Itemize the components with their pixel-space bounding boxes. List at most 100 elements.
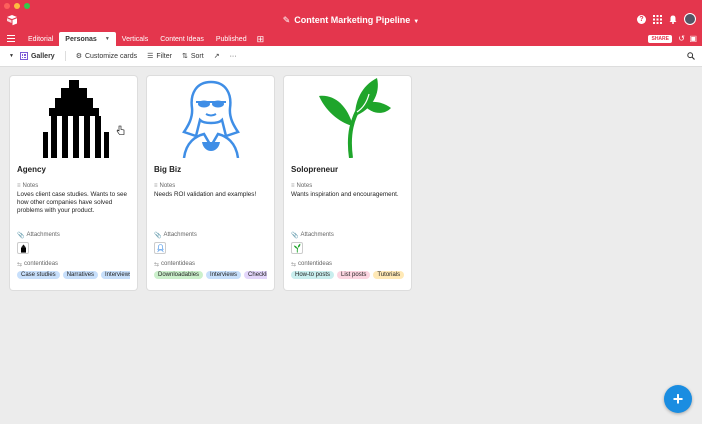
field-label-text: Attachments — [300, 232, 334, 238]
gallery-card[interactable]: Agency ≡ Notes Loves client case studies.… — [10, 76, 137, 290]
window-controls — [4, 3, 30, 9]
card-cover-image — [10, 76, 137, 158]
tag-chip[interactable]: Narratives — [62, 271, 99, 279]
close-window-button[interactable] — [4, 3, 10, 9]
tag-chip[interactable]: Interviews — [101, 271, 130, 279]
tab-label: Content Ideas — [160, 35, 204, 43]
card-title: Agency — [17, 165, 46, 174]
attachments-field-label: 📎 Attachments — [154, 231, 267, 239]
hamburger-menu-icon[interactable] — [7, 35, 15, 43]
contentideas-tags: Downloadables Interviews Checklists — [154, 271, 267, 279]
paperclip-icon: 📎 — [154, 232, 162, 239]
gallery-card[interactable]: Solopreneur ≡ Notes Wants inspiration and… — [284, 76, 411, 290]
notes-field-label: ≡ Notes — [291, 182, 404, 190]
filter-label: Filter — [156, 52, 172, 60]
chevron-down-icon[interactable]: ▼ — [105, 36, 110, 42]
pencil-icon: ✎ — [282, 15, 291, 25]
tag-chip[interactable]: Downloadables — [154, 271, 204, 279]
user-avatar[interactable] — [684, 13, 696, 25]
link-icon: ⇆ — [17, 261, 23, 268]
tab-personas[interactable]: Personas ▼ — [59, 32, 116, 46]
tab-verticals[interactable]: Verticals — [116, 32, 154, 46]
notes-value: Needs ROI validation and examples! — [154, 191, 257, 198]
tab-content-ideas[interactable]: Content Ideas — [154, 32, 210, 46]
toolbar-divider — [64, 51, 66, 61]
contentideas-tags: How-to posts List posts Tutorials — [291, 271, 404, 279]
card-cover-image — [284, 76, 411, 158]
share-view-button[interactable]: ↗ — [214, 52, 220, 60]
add-table-icon[interactable]: ⊞ — [253, 32, 269, 46]
view-name: Gallery — [30, 52, 55, 60]
field-label-text: contentideas — [161, 261, 196, 267]
contentideas-field-label: ⇆ contentideas — [17, 260, 130, 268]
view-switcher[interactable]: Gallery — [19, 52, 55, 60]
businesswoman-icon — [156, 244, 164, 253]
tab-label: Editorial — [28, 35, 54, 43]
tag-chip[interactable]: Interviews — [206, 271, 242, 279]
attachments-field-label: 📎 Attachments — [291, 231, 404, 239]
long-text-icon: ≡ — [154, 183, 158, 189]
attachment-thumbnail[interactable] — [17, 242, 29, 254]
notifications-bell-icon[interactable] — [668, 14, 678, 24]
filter-icon: ☰ — [147, 53, 154, 60]
base-settings-icon[interactable]: ▣ — [689, 34, 697, 43]
notes-value: Wants inspiration and encouragement. — [291, 191, 399, 198]
contentideas-field-label: ⇆ contentideas — [154, 260, 267, 268]
gear-icon: ⚙ — [75, 53, 82, 60]
plus-icon: + — [672, 388, 684, 409]
tag-chip[interactable]: Case studies — [17, 271, 60, 279]
contentideas-field-label: ⇆ contentideas — [291, 260, 404, 268]
field-label-text: Notes — [159, 183, 176, 189]
card-title: Solopreneur — [291, 165, 339, 174]
search-icon[interactable] — [687, 52, 695, 60]
tag-chip[interactable]: Tutorials — [373, 271, 404, 279]
hand-pointer-cursor-icon — [116, 125, 125, 135]
add-record-button[interactable]: + — [664, 385, 692, 413]
tab-published[interactable]: Published — [210, 32, 253, 46]
external-link-icon: ↗ — [213, 53, 220, 60]
field-label-text: Notes — [296, 183, 313, 189]
tag-chip[interactable]: How-to posts — [291, 271, 335, 279]
sort-label: Sort — [190, 52, 204, 60]
sprout-icon — [318, 78, 391, 158]
field-label-text: Attachments — [163, 232, 197, 238]
base-title-text: Content Marketing Pipeline — [294, 15, 411, 25]
tab-label: Verticals — [121, 35, 149, 43]
customize-cards-button[interactable]: ⚙ Customize cards — [75, 52, 138, 61]
tag-chip[interactable]: Checklists — [244, 271, 267, 279]
apps-grid-icon[interactable] — [652, 14, 662, 24]
notes-field-label: ≡ Notes — [154, 182, 267, 190]
notes-value: Loves client case studies. Wants to see … — [17, 191, 128, 214]
link-icon: ⇆ — [154, 261, 160, 268]
customize-cards-label: Customize cards — [84, 52, 138, 60]
filter-button[interactable]: ☰ Filter — [147, 52, 172, 61]
notes-field-label: ≡ Notes — [17, 182, 130, 190]
card-cover-image — [147, 76, 274, 158]
long-text-icon: ≡ — [291, 183, 295, 189]
tab-editorial[interactable]: Editorial — [22, 32, 59, 46]
gallery-card[interactable]: Big Biz ≡ Notes Needs ROI validation and … — [147, 76, 274, 290]
help-icon[interactable]: ? — [637, 14, 646, 24]
share-button[interactable]: SHARE — [648, 35, 672, 43]
businesswoman-icon — [181, 80, 240, 158]
minimize-window-button[interactable] — [14, 3, 20, 9]
field-label-text: contentideas — [298, 261, 333, 267]
tab-label: Personas — [65, 35, 97, 43]
attachment-thumbnail[interactable] — [291, 242, 303, 254]
paperclip-icon: 📎 — [17, 232, 25, 239]
zoom-window-button[interactable] — [24, 3, 30, 9]
building-icon — [20, 244, 26, 253]
more-options-button[interactable]: ··· — [230, 53, 237, 60]
history-icon[interactable]: ↺ — [678, 34, 685, 43]
attachment-thumbnail[interactable] — [154, 242, 166, 254]
paperclip-icon: 📎 — [291, 232, 299, 239]
building-icon — [42, 80, 109, 158]
long-text-icon: ≡ — [17, 183, 21, 189]
sort-button[interactable]: ⇅ Sort — [181, 52, 204, 61]
field-label-text: Notes — [22, 183, 39, 189]
base-title[interactable]: ✎ Content Marketing Pipeline ▼ — [0, 15, 702, 26]
view-toolbar: ▼ Gallery ⚙ Customize cards ☰ Filter ⇅ Sort… — [0, 46, 702, 67]
views-sidebar-toggle-icon[interactable]: ▼ — [9, 53, 14, 59]
tag-chip[interactable]: List posts — [337, 271, 371, 279]
sort-icon: ⇅ — [181, 53, 188, 60]
